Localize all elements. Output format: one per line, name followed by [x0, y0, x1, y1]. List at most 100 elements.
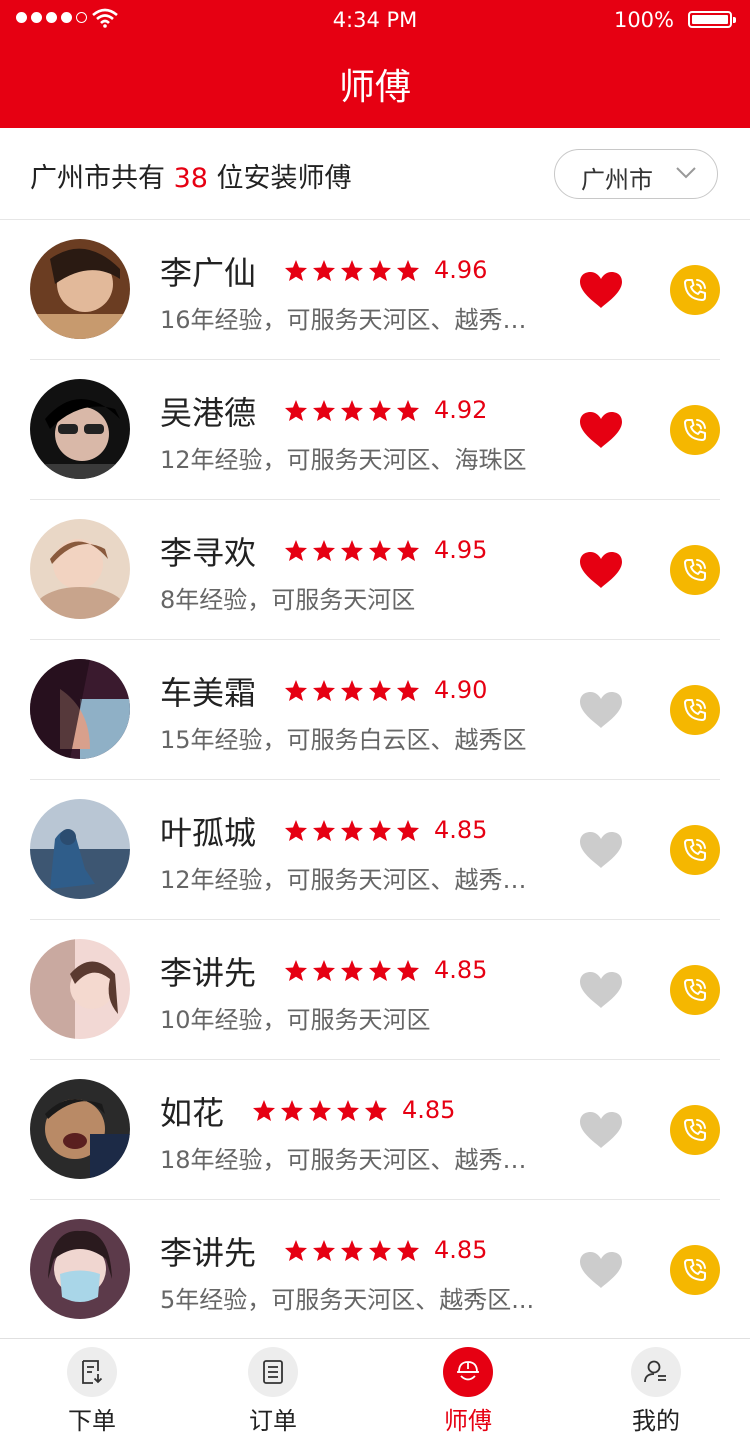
- half-star-icon: [396, 679, 420, 706]
- technician-row[interactable]: 李广仙 4.96 16年经验，可服务天河区、越秀区...: [0, 220, 750, 360]
- technician-description: 12年经验，可服务天河区、海珠区: [160, 446, 527, 474]
- call-button[interactable]: [670, 685, 720, 735]
- summary-suffix: 位安装师傅: [216, 163, 352, 194]
- star-icon: [312, 679, 336, 706]
- technician-row[interactable]: 李讲先 4.85 10年经验，可服务天河区: [0, 920, 750, 1060]
- summary-bar: 广州市共有 38 位安装师傅 广州市: [0, 128, 750, 220]
- rating-value: 4.85: [434, 1236, 488, 1264]
- top-bar: 4:34 PM 100% 师傅: [0, 0, 750, 128]
- star-icon: [284, 959, 308, 986]
- star-rating: [284, 959, 420, 986]
- city-select-label: 广州市: [581, 166, 653, 194]
- battery-icon: [688, 11, 736, 28]
- favorite-heart-icon[interactable]: [579, 271, 623, 309]
- call-button[interactable]: [670, 545, 720, 595]
- star-icon: [284, 399, 308, 426]
- star-icon: [308, 1099, 332, 1126]
- technician-list: 李广仙 4.96 16年经验，可服务天河区、越秀区... 吴港德 4.92 12年经验，可…: [0, 220, 750, 1340]
- tab-item[interactable]: 我的: [606, 1347, 706, 1436]
- avatar: [30, 239, 130, 339]
- favorite-heart-icon[interactable]: [579, 831, 623, 869]
- technician-name: 如花: [160, 1094, 225, 1132]
- star-icon: [336, 1099, 360, 1126]
- technician-name: 李寻欢: [160, 534, 257, 572]
- star-rating: [252, 1099, 388, 1126]
- technician-description: 18年经验，可服务天河区、越秀区...: [160, 1146, 545, 1174]
- rating-value: 4.85: [434, 956, 488, 984]
- summary-prefix: 广州市共有: [30, 163, 165, 194]
- profile-icon: [631, 1347, 681, 1397]
- star-icon: [340, 539, 364, 566]
- rating-value: 4.85: [402, 1096, 456, 1124]
- technician-description: 8年经验，可服务天河区: [160, 586, 416, 614]
- tab-bar: 下单 订单 师傅 我的: [0, 1338, 750, 1438]
- technician-description: 15年经验，可服务白云区、越秀区: [160, 726, 527, 754]
- technician-row[interactable]: 李讲先 4.85 5年经验，可服务天河区、越秀区...: [0, 1200, 750, 1340]
- favorite-heart-icon[interactable]: [579, 691, 623, 729]
- call-button[interactable]: [670, 265, 720, 315]
- technician-row[interactable]: 叶孤城 4.85 12年经验，可服务天河区、越秀区...: [0, 780, 750, 920]
- phone-icon: [684, 1119, 706, 1141]
- chevron-down-icon: [676, 167, 696, 179]
- star-icon: [368, 679, 392, 706]
- technician-count: 38: [173, 163, 208, 194]
- call-button[interactable]: [670, 1245, 720, 1295]
- technician-count-text: 广州市共有 38 位安装师傅: [30, 156, 352, 195]
- rating-value: 4.90: [434, 676, 488, 704]
- technician-description: 5年经验，可服务天河区、越秀区...: [160, 1286, 535, 1314]
- star-icon: [252, 1099, 276, 1126]
- star-icon: [368, 1239, 392, 1266]
- half-star-icon: [396, 959, 420, 986]
- half-star-icon: [364, 1099, 388, 1126]
- technician-row[interactable]: 车美霜 4.90 15年经验，可服务白云区、越秀区: [0, 640, 750, 780]
- star-icon: [368, 959, 392, 986]
- technician-name: 叶孤城: [160, 814, 257, 852]
- rating-value: 4.95: [434, 536, 488, 564]
- star-icon: [368, 259, 392, 286]
- call-button[interactable]: [670, 1105, 720, 1155]
- avatar: [30, 379, 130, 479]
- technician-name: 李广仙: [160, 254, 257, 292]
- star-icon: [340, 679, 364, 706]
- star-icon: [312, 959, 336, 986]
- technician-name: 李讲先: [160, 954, 257, 992]
- avatar: [30, 1219, 130, 1319]
- avatar: [30, 519, 130, 619]
- favorite-heart-icon[interactable]: [579, 551, 623, 589]
- favorite-heart-icon[interactable]: [579, 1251, 623, 1289]
- star-icon: [312, 399, 336, 426]
- technician-name: 车美霜: [160, 674, 257, 712]
- helmet-icon: [443, 1347, 493, 1397]
- star-icon: [340, 819, 364, 846]
- favorite-heart-icon[interactable]: [579, 1111, 623, 1149]
- technician-row[interactable]: 如花 4.85 18年经验，可服务天河区、越秀区...: [0, 1060, 750, 1200]
- half-star-icon: [396, 539, 420, 566]
- phone-icon: [684, 839, 706, 861]
- star-icon: [340, 399, 364, 426]
- technician-row[interactable]: 吴港德 4.92 12年经验，可服务天河区、海珠区: [0, 360, 750, 500]
- rating-value: 4.96: [434, 256, 488, 284]
- star-icon: [284, 819, 308, 846]
- city-select[interactable]: 广州市: [554, 149, 718, 199]
- star-icon: [280, 1099, 304, 1126]
- star-icon: [340, 1239, 364, 1266]
- tab-item[interactable]: 下单: [42, 1347, 142, 1436]
- star-icon: [312, 259, 336, 286]
- favorite-heart-icon[interactable]: [579, 411, 623, 449]
- technician-row[interactable]: 李寻欢 4.95 8年经验，可服务天河区: [0, 500, 750, 640]
- star-rating: [284, 539, 420, 566]
- star-icon: [368, 399, 392, 426]
- tab-item[interactable]: 师傅: [418, 1347, 518, 1436]
- call-button[interactable]: [670, 965, 720, 1015]
- star-icon: [284, 1239, 308, 1266]
- call-button[interactable]: [670, 405, 720, 455]
- half-star-icon: [396, 1239, 420, 1266]
- tab-item[interactable]: 订单: [223, 1347, 323, 1436]
- battery-percent: 100%: [613, 8, 674, 32]
- call-button[interactable]: [670, 825, 720, 875]
- phone-icon: [684, 279, 706, 301]
- favorite-heart-icon[interactable]: [579, 971, 623, 1009]
- orders-list-icon: [248, 1347, 298, 1397]
- star-icon: [284, 539, 308, 566]
- star-rating: [284, 399, 420, 426]
